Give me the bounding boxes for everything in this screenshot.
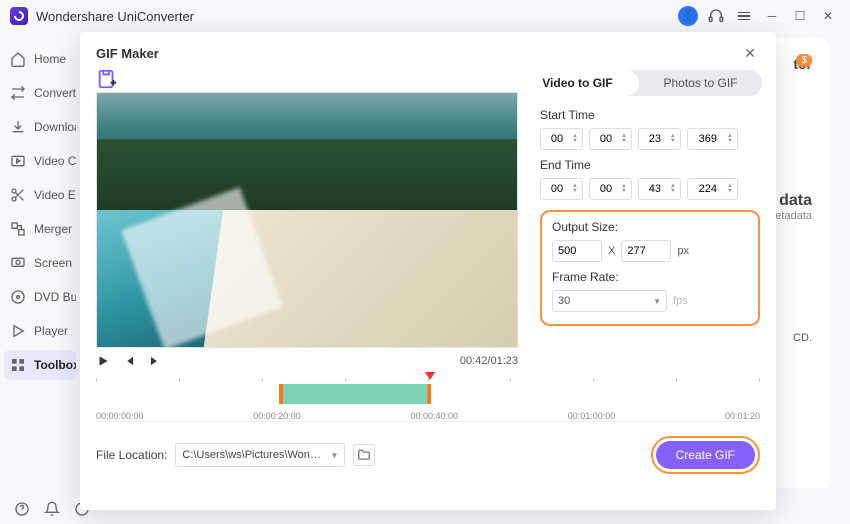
merge-icon [10,221,26,237]
record-icon [10,255,26,271]
hamburger-icon [738,12,750,21]
app-logo [10,7,28,25]
timeline-mark: 00:01:20 [725,411,760,421]
home-icon [10,51,26,67]
end-ms-input[interactable]: ▲▼ [687,178,738,200]
start-hour-input[interactable]: ▲▼ [540,128,583,150]
account-button[interactable]: 👤 [676,4,700,28]
tab-photos-to-gif[interactable]: Photos to GIF [639,70,762,96]
play-button[interactable] [96,354,110,368]
titlebar: Wondershare UniConverter 👤 ─ ☐ ✕ [0,0,850,32]
file-location-label: File Location: [96,448,167,462]
sidebar-item-downloader[interactable]: Downloader [4,112,76,142]
file-location-select[interactable]: C:\Users\ws\Pictures\Wonders▼ [175,443,345,467]
download-icon [10,119,26,135]
grid-icon [10,357,26,373]
start-min-input[interactable]: ▲▼ [589,128,632,150]
sidebar-item-label: Player [34,324,68,338]
disc-icon [10,289,26,305]
folder-icon [357,448,371,462]
compress-icon [10,153,26,169]
sidebar-item-label: Merger [34,222,72,236]
sidebar-item-home[interactable]: Home [4,44,76,74]
output-settings-highlight: Output Size: X px Frame Rate: 30▼ fps [540,210,760,326]
frame-rate-label: Frame Rate: [552,270,748,284]
playhead-time: 00:42/01:23 [460,355,518,367]
start-ms-input[interactable]: ▲▼ [687,128,738,150]
sidebar-item-player[interactable]: Player [4,316,76,346]
tab-video-to-gif[interactable]: Video to GIF [516,70,639,96]
sidebar-item-label: Home [34,52,66,66]
close-window-button[interactable]: ✕ [816,4,840,28]
start-time-label: Start Time [540,108,760,122]
sidebar-item-label: Video Editor [34,188,76,202]
sidebar-item-label: Converter [34,86,76,100]
chevron-down-icon: ▼ [330,451,338,460]
timeline-mark: 00:01:00:00 [568,411,616,421]
sidebar-item-label: Screen Recorder [34,256,76,270]
mode-tabs: Video to GIF Photos to GIF [516,70,762,96]
menu-button[interactable] [732,4,756,28]
timeline[interactable]: 00:00:00:00 00:00:20:00 00:00:40:00 00:0… [96,378,760,422]
sidebar-item-recorder[interactable]: Screen Recorder [4,248,76,278]
dimension-x: X [608,245,615,257]
headset-icon [708,8,724,24]
prev-frame-button[interactable] [122,354,136,368]
app-title: Wondershare UniConverter [36,9,194,24]
convert-icon [10,85,26,101]
minimize-button[interactable]: ─ [760,4,784,28]
video-preview[interactable] [96,92,518,348]
maximize-button[interactable]: ☐ [788,4,812,28]
frame-rate-select[interactable]: 30▼ [552,290,667,312]
sidebar-item-label: Downloader [34,120,76,134]
sidebar-item-toolbox[interactable]: Toolbox [4,350,76,380]
browse-folder-button[interactable] [353,444,375,466]
avatar-icon: 👤 [678,6,698,26]
timeline-mark: 00:00:20:00 [253,411,301,421]
chevron-down-icon: ▼ [653,297,661,306]
timeline-selection[interactable] [279,384,432,404]
support-button[interactable] [704,4,728,28]
sidebar: Home Converter Downloader Video Compress… [0,32,80,494]
end-time-label: End Time [540,158,760,172]
sidebar-item-label: Video Compressor [34,154,76,168]
output-size-label: Output Size: [552,220,748,234]
play-icon [10,323,26,339]
sidebar-item-merger[interactable]: Merger [4,214,76,244]
gif-maker-dialog: GIF Maker ✕ 00:42/01:23 Video to GIF Pho… [80,32,776,510]
sidebar-item-compressor[interactable]: Video Compressor [4,146,76,176]
timeline-mark: 00:00:00:00 [96,411,144,421]
sidebar-item-label: DVD Burner [34,290,76,304]
close-dialog-button[interactable]: ✕ [740,45,760,62]
help-icon[interactable] [14,501,30,517]
start-sec-input[interactable]: ▲▼ [638,128,681,150]
add-file-icon[interactable] [96,68,118,90]
next-frame-button[interactable] [148,354,162,368]
playhead-marker[interactable] [425,372,435,382]
ad-badge: $ [796,54,812,67]
scissors-icon [10,187,26,203]
sidebar-item-label: Toolbox [34,358,76,372]
dialog-title: GIF Maker [96,46,159,61]
px-label: px [677,245,689,257]
sidebar-item-editor[interactable]: Video Editor [4,180,76,210]
end-min-input[interactable]: ▲▼ [589,178,632,200]
fps-label: fps [673,295,688,307]
create-gif-highlight: Create GIF [651,436,760,474]
end-sec-input[interactable]: ▲▼ [638,178,681,200]
output-width-input[interactable] [552,240,602,262]
sidebar-item-dvd[interactable]: DVD Burner [4,282,76,312]
output-height-input[interactable] [621,240,671,262]
end-hour-input[interactable]: ▲▼ [540,178,583,200]
sidebar-item-converter[interactable]: Converter [4,78,76,108]
timeline-mark: 00:00:40:00 [410,411,458,421]
create-gif-button[interactable]: Create GIF [656,441,755,469]
bell-icon[interactable] [44,501,60,517]
